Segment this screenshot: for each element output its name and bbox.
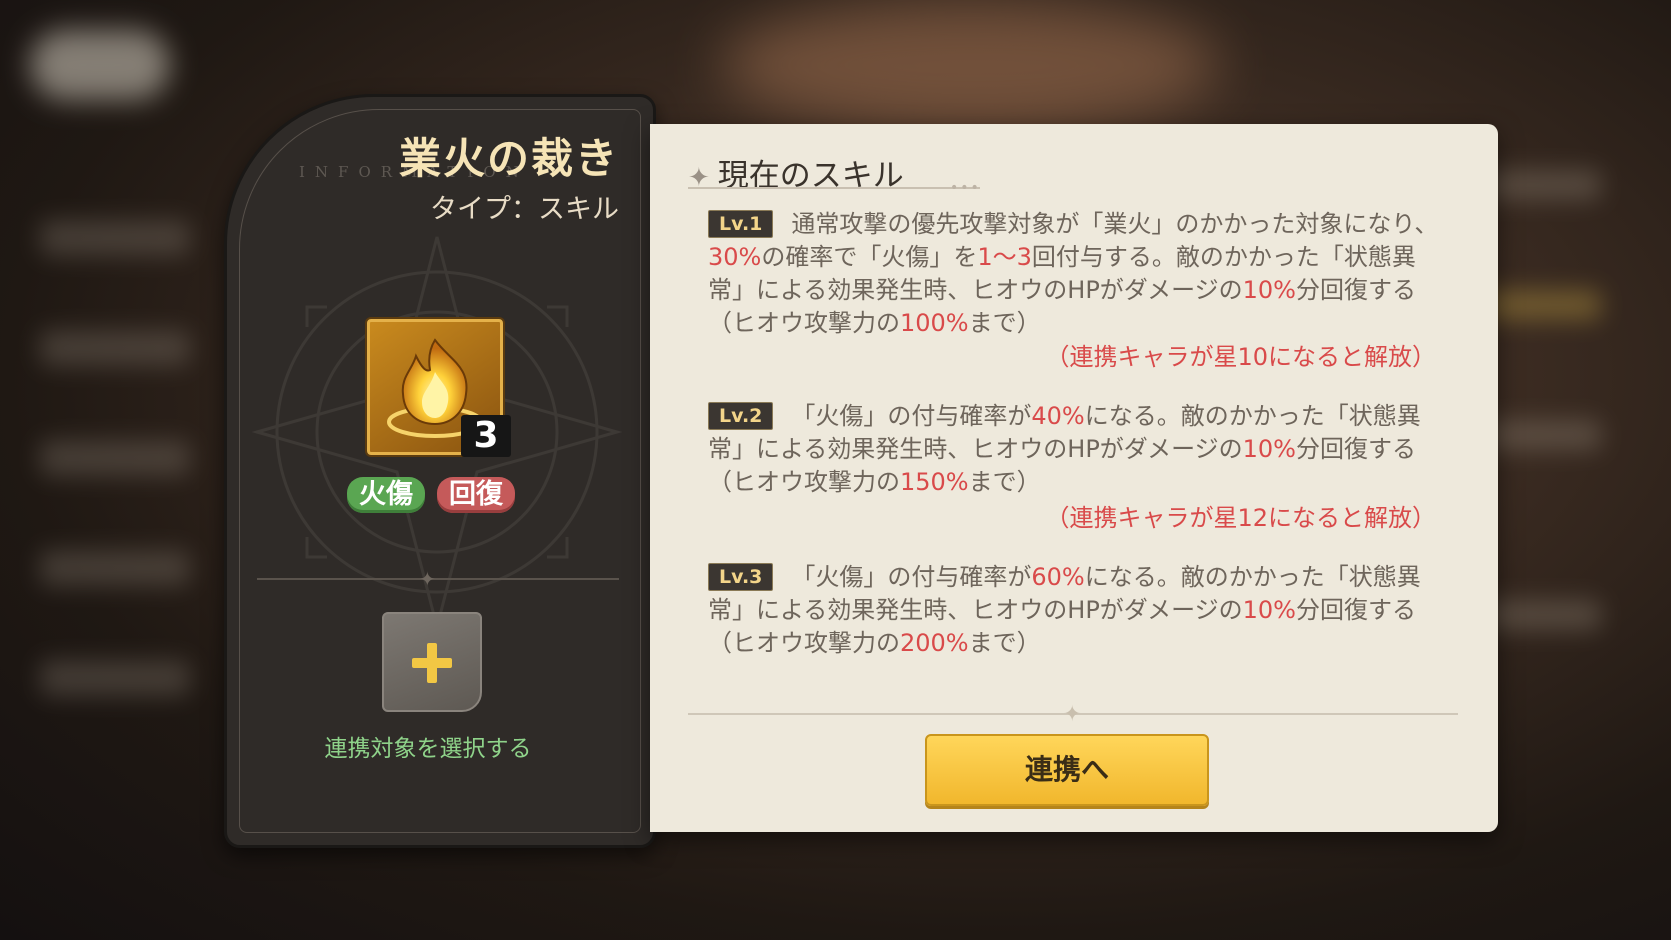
description-text: の確率で「火傷」を (761, 243, 978, 271)
description-text: 通常攻撃の優先攻撃対象が「業火」のかかった対象になり、 (791, 210, 1439, 238)
add-link-target-button[interactable] (382, 612, 482, 712)
section-dots-icon: ••• (950, 180, 981, 196)
tag-burn: 火傷 (347, 477, 425, 513)
highlighted-value: 100% (900, 309, 969, 337)
highlighted-value: 60% (1031, 563, 1085, 591)
level-1-unlock-condition: （連携キャラが星10になると解放） (1045, 343, 1436, 371)
tag-heal: 回復 (437, 477, 515, 513)
background-side-item (1481, 600, 1601, 630)
background-menu-item (40, 440, 190, 476)
level-2-description: Lv.2 「火傷」の付与確率が40%になる。敵のかかった「状態異常」による効果発生… (708, 400, 1448, 499)
background-character (720, 0, 1220, 130)
level-2-unlock-condition: （連携キャラが星12になると解放） (1045, 504, 1436, 532)
level-badge: Lv.2 (708, 402, 774, 430)
go-to-link-button[interactable]: 連携へ (925, 734, 1209, 806)
highlighted-value: 10% (1242, 435, 1296, 463)
link-target-label: 連携対象を選択する (324, 736, 532, 762)
highlighted-value: 150% (900, 468, 969, 496)
level-text: 「火傷」の付与確率が60%になる。敵のかかった「状態異常」による効果発生時、ヒオ… (708, 563, 1421, 657)
background-back-button (30, 30, 170, 100)
level-badge: Lv.1 (708, 210, 774, 238)
divider-star-icon: ✦ (1063, 702, 1082, 727)
description-text: 「火傷」の付与確率が (791, 563, 1032, 591)
highlighted-value: 10% (1242, 596, 1296, 624)
level-text: 通常攻撃の優先攻撃対象が「業火」のかかった対象になり、30%の確率で「火傷」を1… (708, 210, 1438, 337)
skill-description-panel: ✦ 現在のスキル ••• Lv.1 通常攻撃の優先攻撃対象が「業火」のかかった対象に… (650, 124, 1498, 832)
background-menu-item (40, 550, 190, 586)
section-underline (688, 187, 980, 189)
highlighted-value: 1〜3 (977, 243, 1032, 271)
background-menu-item (40, 330, 190, 366)
highlighted-value: 30% (708, 243, 762, 271)
description-text: まで） (968, 309, 1041, 337)
background-menu-item (40, 660, 190, 696)
divider-star-icon: ✦ (419, 567, 436, 591)
card-divider (257, 578, 619, 580)
skill-level-badge: 3 (461, 415, 511, 457)
level-1-description: Lv.1 通常攻撃の優先攻撃対象が「業火」のかかった対象になり、 30%の確率で「火… (708, 208, 1448, 340)
description-text: まで） (968, 468, 1041, 496)
plus-icon-vertical (427, 643, 437, 683)
level-badge: Lv.3 (708, 563, 774, 591)
skill-title: 業火の裁き (398, 134, 619, 183)
background-menu-item (40, 220, 190, 256)
skill-type-label: タイプ：スキル (430, 194, 619, 225)
background-side-item (1481, 170, 1601, 200)
skill-info-card: INFORMATION 業火の裁き タイプ：スキル 3 火傷 回復 ✦ 連携対象… (224, 94, 656, 848)
description-text: まで） (968, 629, 1041, 657)
background-side-item (1481, 420, 1601, 450)
level-3-description: Lv.3 「火傷」の付与確率が60%になる。敵のかかった「状態異常」による効果発生… (708, 561, 1448, 660)
highlighted-value: 10% (1242, 276, 1296, 304)
background-side-item (1481, 290, 1601, 320)
description-text: 「火傷」の付与確率が (791, 402, 1032, 430)
level-text: 「火傷」の付与確率が40%になる。敵のかかった「状態異常」による効果発生時、ヒオ… (708, 402, 1421, 496)
highlighted-value: 200% (900, 629, 969, 657)
highlighted-value: 40% (1031, 402, 1085, 430)
